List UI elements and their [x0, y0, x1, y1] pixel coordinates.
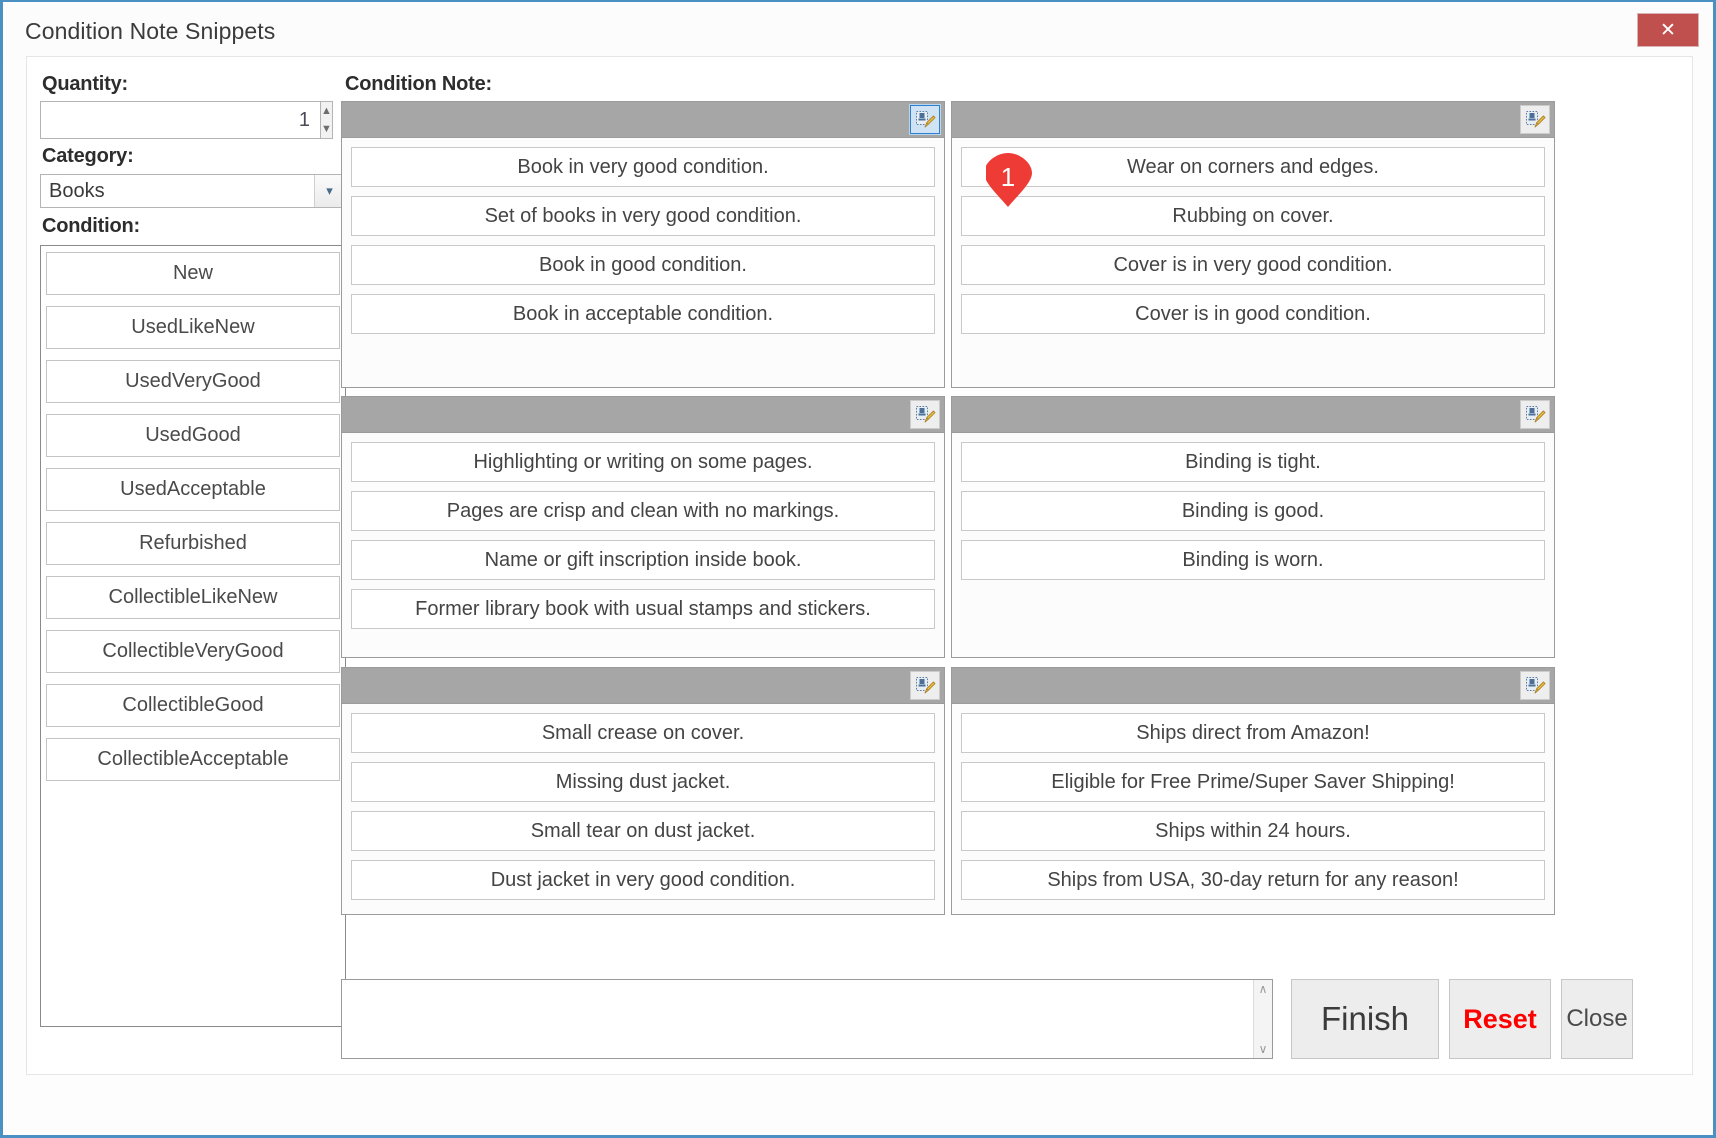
snippet-button[interactable]: Highlighting or writing on some pages.	[351, 442, 935, 482]
composed-note-field[interactable]: ∧ ∨	[341, 979, 1273, 1059]
snippet-panels-grid: 1 Book in very good condition. Set of boo…	[341, 101, 1687, 969]
condition-item[interactable]: CollectibleGood	[46, 684, 340, 727]
quantity-label: Quantity:	[42, 73, 128, 95]
category-select[interactable]: Books ▾	[40, 174, 345, 208]
dialog-client-area: Quantity: ▲ ▼ Category: Books ▾ Conditio…	[26, 56, 1693, 1075]
condition-item[interactable]: Refurbished	[46, 522, 340, 565]
category-selected-value: Books	[49, 179, 105, 202]
window-titlebar: Condition Note Snippets ✕	[6, 4, 1713, 59]
spinner-down-icon[interactable]: ▼	[321, 120, 332, 138]
quantity-spin-buttons[interactable]: ▲ ▼	[320, 101, 333, 139]
snippet-button[interactable]: Ships direct from Amazon!	[961, 713, 1545, 753]
condition-note-label: Condition Note:	[345, 73, 492, 95]
condition-item[interactable]: UsedAcceptable	[46, 468, 340, 511]
spinner-up-icon[interactable]: ▲	[321, 102, 332, 120]
condition-item[interactable]: UsedLikeNew	[46, 306, 340, 349]
panel-header	[342, 397, 944, 433]
panel-dust-jacket: Small crease on cover. Missing dust jacke…	[341, 667, 945, 915]
close-icon: ✕	[1660, 19, 1676, 41]
condition-item[interactable]: UsedVeryGood	[46, 360, 340, 403]
composed-note-textarea[interactable]	[342, 980, 1253, 1058]
category-label: Category:	[42, 145, 134, 167]
snippet-button[interactable]: Binding is worn.	[961, 540, 1545, 580]
snippet-button[interactable]: Cover is in good condition.	[961, 294, 1545, 334]
edit-snippets-icon[interactable]	[1520, 671, 1550, 700]
scroll-down-icon[interactable]: ∨	[1254, 1040, 1272, 1058]
panel-body: Book in very good condition. Set of books…	[342, 138, 944, 334]
edit-snippets-icon[interactable]	[1520, 105, 1550, 134]
panel-condition-overall: Book in very good condition. Set of books…	[341, 101, 945, 388]
snippet-button[interactable]: Book in good condition.	[351, 245, 935, 285]
edit-snippets-icon[interactable]	[910, 671, 940, 700]
snippet-button[interactable]: Binding is tight.	[961, 442, 1545, 482]
snippet-button[interactable]: Missing dust jacket.	[351, 762, 935, 802]
snippet-button[interactable]: Cover is in very good condition.	[961, 245, 1545, 285]
snippet-button[interactable]: Book in very good condition.	[351, 147, 935, 187]
left-options-column: Quantity: ▲ ▼ Category: Books ▾ Conditio…	[27, 57, 367, 1076]
condition-item[interactable]: CollectibleVeryGood	[46, 630, 340, 673]
condition-item[interactable]: CollectibleLikeNew	[46, 576, 340, 619]
close-button[interactable]: Close	[1561, 979, 1633, 1059]
reset-button[interactable]: Reset	[1449, 979, 1551, 1059]
scroll-up-icon[interactable]: ∧	[1254, 980, 1272, 998]
condition-item[interactable]: UsedGood	[46, 414, 340, 457]
panel-header	[342, 668, 944, 704]
snippet-button[interactable]: Dust jacket in very good condition.	[351, 860, 935, 900]
snippet-button[interactable]: Name or gift inscription inside book.	[351, 540, 935, 580]
panel-body: Ships direct from Amazon! Eligible for Fr…	[952, 704, 1554, 900]
condition-label: Condition:	[42, 215, 140, 237]
condition-item[interactable]: New	[46, 252, 340, 295]
panel-shipping: Ships direct from Amazon! Eligible for Fr…	[951, 667, 1555, 915]
window-close-button[interactable]: ✕	[1637, 13, 1699, 47]
snippet-button[interactable]: Former library book with usual stamps an…	[351, 589, 935, 629]
panel-cover: Wear on corners and edges. Rubbing on cov…	[951, 101, 1555, 388]
snippet-button[interactable]: Ships within 24 hours.	[961, 811, 1545, 851]
panel-body: Wear on corners and edges. Rubbing on cov…	[952, 138, 1554, 334]
edit-snippets-icon[interactable]	[909, 104, 941, 135]
panel-header	[952, 397, 1554, 433]
window-title: Condition Note Snippets	[25, 18, 276, 44]
note-scrollbar[interactable]: ∧ ∨	[1253, 980, 1272, 1058]
edit-snippets-icon[interactable]	[1520, 400, 1550, 429]
panel-pages: Highlighting or writing on some pages. Pa…	[341, 396, 945, 658]
panel-header	[952, 102, 1554, 138]
snippet-button[interactable]: Binding is good.	[961, 491, 1545, 531]
snippet-button[interactable]: Wear on corners and edges.	[961, 147, 1545, 187]
quantity-stepper[interactable]: ▲ ▼	[40, 101, 333, 139]
panel-binding: Binding is tight. Binding is good. Binding…	[951, 396, 1555, 658]
quantity-input[interactable]	[40, 101, 320, 139]
snippet-button[interactable]: Ships from USA, 30-day return for any re…	[961, 860, 1545, 900]
snippet-button[interactable]: Book in acceptable condition.	[351, 294, 935, 334]
footer-bar: ∧ ∨ Finish Reset Close	[341, 975, 1687, 1067]
panel-header	[952, 668, 1554, 704]
panel-body: Small crease on cover. Missing dust jacke…	[342, 704, 944, 900]
finish-button[interactable]: Finish	[1291, 979, 1439, 1059]
snippet-button[interactable]: Pages are crisp and clean with no markin…	[351, 491, 935, 531]
panel-header	[342, 102, 944, 138]
snippet-button[interactable]: Eligible for Free Prime/Super Saver Ship…	[961, 762, 1545, 802]
snippet-button[interactable]: Set of books in very good condition.	[351, 196, 935, 236]
condition-list[interactable]: New UsedLikeNew UsedVeryGood UsedGood UsedAc…	[40, 245, 346, 1027]
chevron-down-icon[interactable]: ▾	[314, 175, 344, 207]
snippet-button[interactable]: Small tear on dust jacket.	[351, 811, 935, 851]
edit-snippets-icon[interactable]	[910, 400, 940, 429]
snippet-button[interactable]: Rubbing on cover.	[961, 196, 1545, 236]
condition-note-snippets-window: Condition Note Snippets ✕ Quantity: ▲ ▼ …	[0, 0, 1716, 1138]
panel-body: Highlighting or writing on some pages. Pa…	[342, 433, 944, 629]
condition-item[interactable]: CollectibleAcceptable	[46, 738, 340, 781]
snippet-button[interactable]: Small crease on cover.	[351, 713, 935, 753]
panel-body: Binding is tight. Binding is good. Binding…	[952, 433, 1554, 580]
